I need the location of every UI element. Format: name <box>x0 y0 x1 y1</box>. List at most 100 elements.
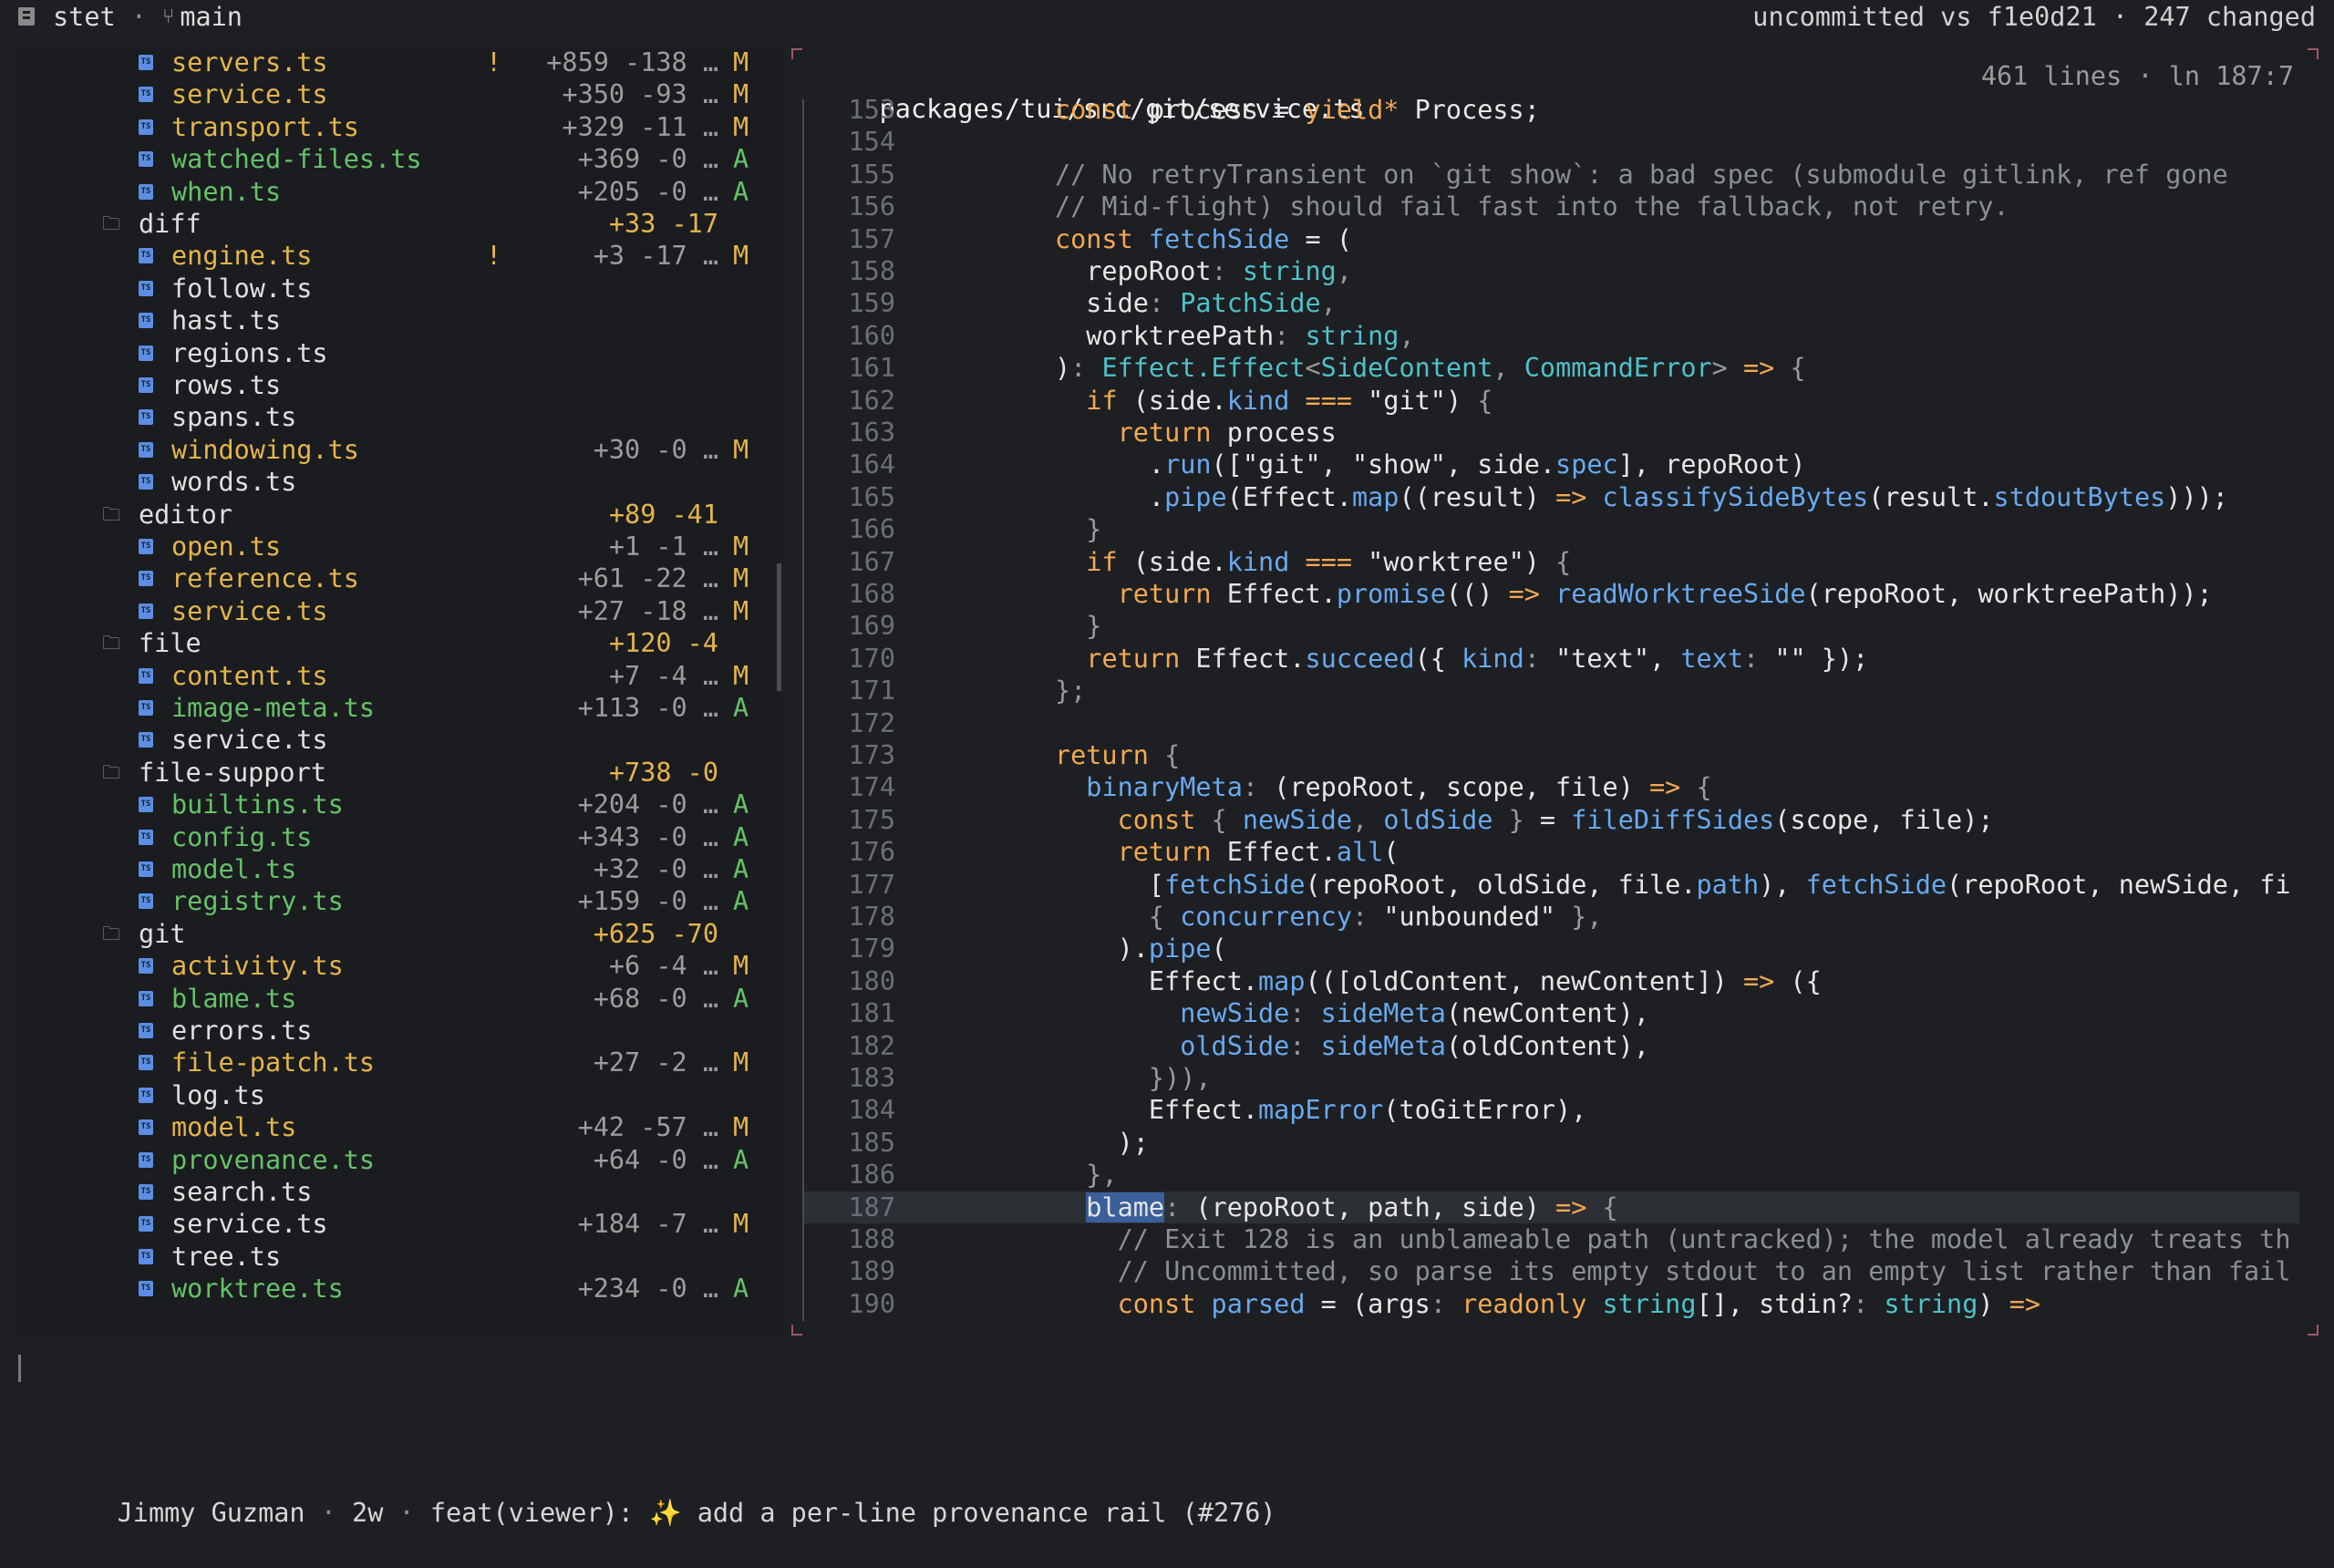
code-line[interactable]: 174 binaryMeta: (repoRoot, scope, file) … <box>804 771 2299 803</box>
tree-file[interactable]: TS service.ts +184 -7 … M <box>16 1208 782 1240</box>
file-stat: +234 -0 … <box>577 1274 718 1305</box>
code-line[interactable]: 179 ).pipe( <box>804 933 2299 965</box>
code-line[interactable]: 187 blame: (repoRoot, path, side) => { <box>804 1191 2299 1223</box>
code-line[interactable]: 168 return Effect.promise(() => readWork… <box>804 578 2299 610</box>
code-line[interactable]: 180 Effect.map(([oldContent, newContent]… <box>804 965 2299 997</box>
status-badge: A <box>733 854 749 884</box>
tree-file[interactable]: TS search.ts <box>16 1176 782 1208</box>
code-line[interactable]: 178 { concurrency: "unbounded" }, <box>804 901 2299 933</box>
code-line[interactable]: 175 const { newSide, oldSide } = fileDif… <box>804 804 2299 836</box>
code-token: => <box>1742 353 1791 384</box>
tree-file[interactable]: TS model.ts +42 -57 … M <box>16 1111 782 1143</box>
code-line[interactable]: 184 Effect.mapError(toGitError), <box>804 1094 2299 1126</box>
code-line[interactable]: 154 <box>804 126 2299 158</box>
code-line[interactable]: 177 [fetchSide(repoRoot, oldSide, file.p… <box>804 869 2299 901</box>
tree-file[interactable]: TS config.ts +343 -0 … A <box>16 821 782 853</box>
tree-file[interactable]: TS builtins.ts +204 -0 … A <box>16 789 782 820</box>
code-line[interactable]: 157 const fetchSide = ( <box>804 223 2299 255</box>
tree-folder[interactable]: 🗀 diff +33 -17 <box>16 208 782 240</box>
code-line[interactable]: 155 // No retryTransient on `git show`: … <box>804 159 2299 191</box>
file-name: open.ts <box>171 531 282 562</box>
tree-file[interactable]: TS hast.ts <box>16 304 782 336</box>
tree-file[interactable]: TS registry.ts +159 -0 … A <box>16 885 782 917</box>
branch-name[interactable]: main <box>180 2 243 32</box>
code-line[interactable]: 164 .run(["git", "show", side.spec], rep… <box>804 449 2299 480</box>
code-line[interactable]: 166 } <box>804 513 2299 545</box>
code-line[interactable]: 162 if (side.kind === "git") { <box>804 385 2299 417</box>
code-line[interactable]: 176 return Effect.all( <box>804 836 2299 868</box>
code-line[interactable]: 163 return process <box>804 417 2299 449</box>
code-line[interactable]: 160 worktreePath: string, <box>804 320 2299 352</box>
tree-file[interactable]: TS windowing.ts +30 -0 … M <box>16 434 782 466</box>
code-editor[interactable]: packages/tui/src/git/service.ts 461 line… <box>791 48 2319 1336</box>
code-line[interactable]: 188 // Exit 128 is an unblameable path (… <box>804 1223 2299 1255</box>
tree-folder[interactable]: 🗀 file +120 -4 <box>16 627 782 659</box>
tree-file[interactable]: TS watched-files.ts +369 -0 … A <box>16 143 782 175</box>
tree-file[interactable]: TS provenance.ts +64 -0 … A <box>16 1144 782 1176</box>
code-line[interactable]: 170 return Effect.succeed({ kind: "text"… <box>804 643 2299 675</box>
tree-file[interactable]: TS blame.ts +68 -0 … A <box>16 983 782 1015</box>
code-line[interactable]: 158 repoRoot: string, <box>804 255 2299 287</box>
tree-file[interactable]: TS service.ts <box>16 724 782 756</box>
file-tree[interactable]: TS servers.ts! +859 -138 … M TS service.ts +35… <box>16 48 782 1336</box>
tree-file[interactable]: TS file-patch.ts +27 -2 … M <box>16 1047 782 1078</box>
tree-folder[interactable]: 🗀 git +625 -70 <box>16 918 782 950</box>
tree-file[interactable]: TS transport.ts +329 -11 … M <box>16 111 782 143</box>
tree-file[interactable]: TS follow.ts <box>16 273 782 304</box>
typescript-file-icon: TS <box>139 990 153 1006</box>
tree-file[interactable]: TS spans.ts <box>16 401 782 433</box>
status-bar: Jimmy Guzman · 2w · feat(viewer): ✨ add … <box>0 1349 2334 1528</box>
code-line[interactable]: 186 }, <box>804 1159 2299 1191</box>
code-token: worktreePath <box>961 320 1275 351</box>
code-line[interactable]: 156 // Mid-flight) should fail fast into… <box>804 191 2299 222</box>
code-line[interactable]: 173 return { <box>804 739 2299 771</box>
code-token: }; <box>1054 676 1087 707</box>
code-token: : <box>1742 643 1775 674</box>
code-text: const { newSide, oldSide } = fileDiffSid… <box>961 804 1994 836</box>
tree-file[interactable]: TS worktree.ts +234 -0 … A <box>16 1273 782 1305</box>
code-token: : <box>1430 1288 1462 1319</box>
code-line[interactable]: 182 oldSide: sideMeta(oldContent), <box>804 1030 2299 1062</box>
tree-file[interactable]: TS reference.ts +61 -22 … M <box>16 562 782 594</box>
code-text: repoRoot: string, <box>961 255 1352 287</box>
line-number: 158 <box>848 256 895 286</box>
code-token: : <box>1164 1191 1196 1222</box>
tree-file[interactable]: TS servers.ts! +859 -138 … M <box>16 48 782 78</box>
file-meta: 461 lines · ln 187:7 <box>1980 61 2294 91</box>
code-line[interactable]: 153 const process = yield* Process; <box>804 94 2299 126</box>
code-token: parsed <box>1211 1288 1306 1319</box>
tree-file[interactable]: TS activity.ts +6 -4 … M <box>16 950 782 982</box>
code-token: (result. <box>1868 481 1994 512</box>
tree-folder[interactable]: 🗀 editor +89 -41 <box>16 499 782 531</box>
tree-file[interactable]: TS service.ts +27 -18 … M <box>16 595 782 627</box>
code-line[interactable]: 181 newSide: sideMeta(newContent), <box>804 997 2299 1029</box>
code-line[interactable]: 183 })), <box>804 1062 2299 1094</box>
tree-file[interactable]: TS model.ts +32 -0 … A <box>16 853 782 885</box>
tree-file[interactable]: TS regions.ts <box>16 337 782 369</box>
tree-file[interactable]: TS content.ts +7 -4 … M <box>16 660 782 692</box>
status-badge: M <box>733 1047 749 1078</box>
tree-file[interactable]: TS service.ts +350 -93 … M <box>16 78 782 110</box>
tree-file[interactable]: TS log.ts <box>16 1079 782 1111</box>
tree-file[interactable]: TS open.ts +1 -1 … M <box>16 531 782 562</box>
tree-file[interactable]: TS rows.ts <box>16 369 782 401</box>
tree-file[interactable]: TS image-meta.ts +113 -0 … A <box>16 692 782 724</box>
tree-file[interactable]: TS words.ts <box>16 466 782 498</box>
tree-folder[interactable]: 🗀 file-support +738 -0 <box>16 757 782 789</box>
code-line[interactable]: 161 ): Effect.Effect<SideContent, Comman… <box>804 352 2299 384</box>
code-line[interactable]: 159 side: PatchSide, <box>804 287 2299 319</box>
tree-file[interactable]: TS errors.ts <box>16 1015 782 1047</box>
code-line[interactable]: 165 .pipe(Effect.map((result) => classif… <box>804 481 2299 513</box>
code-line[interactable]: 167 if (side.kind === "worktree") { <box>804 546 2299 578</box>
code-line[interactable]: 190 const parsed = (args: readonly strin… <box>804 1288 2299 1320</box>
code-line[interactable]: 172 <box>804 707 2299 739</box>
code-line[interactable]: 169 } <box>804 610 2299 642</box>
code-line[interactable]: 171 }; <box>804 675 2299 707</box>
frame-corner <box>791 48 802 59</box>
code-line[interactable]: 185 ); <box>804 1127 2299 1159</box>
tree-file[interactable]: TS when.ts +205 -0 … A <box>16 176 782 208</box>
tree-file[interactable]: TS engine.ts! +3 -17 … M <box>16 240 782 272</box>
tree-file[interactable]: TS tree.ts <box>16 1241 782 1273</box>
status-badge: A <box>733 983 749 1014</box>
code-line[interactable]: 189 // Uncommitted, so parse its empty s… <box>804 1255 2299 1287</box>
